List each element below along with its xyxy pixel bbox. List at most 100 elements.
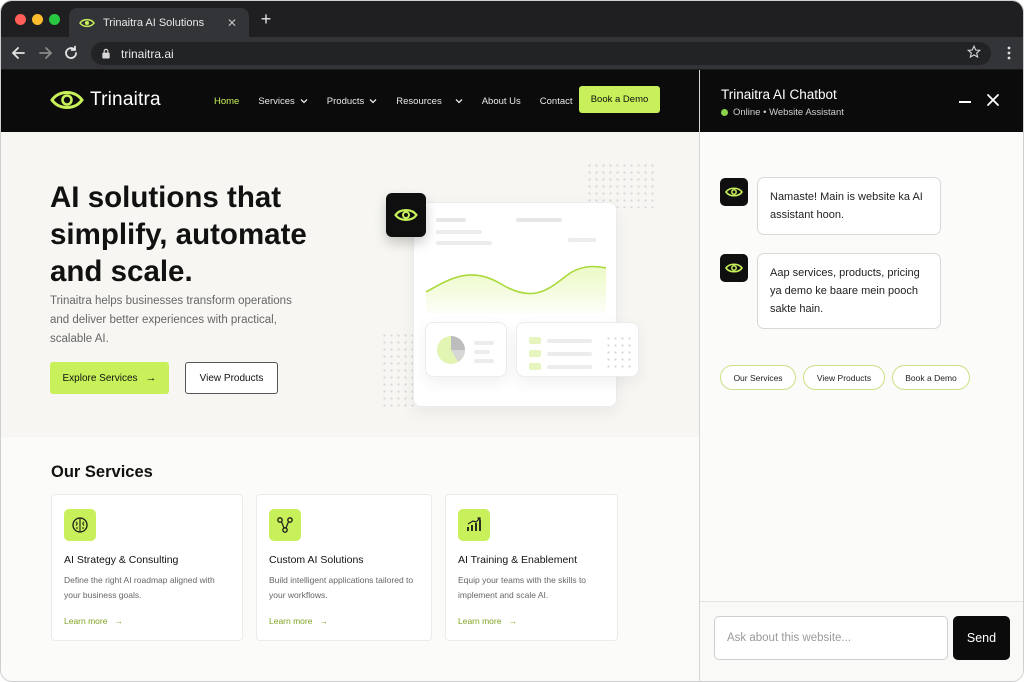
list-card-illustration — [516, 322, 639, 377]
chat-title: Trinaitra AI Chatbot — [721, 87, 837, 102]
bot-avatar — [720, 254, 748, 282]
hero-title: AI solutions that simplify, automate and… — [50, 181, 307, 288]
nav-resources-label: Resources — [396, 95, 442, 107]
service-card-training[interactable]: AI Training & Enablement Equip your team… — [445, 494, 618, 641]
forward-icon[interactable] — [36, 44, 54, 62]
wave-chart-graphic — [426, 265, 606, 313]
placeholder-bar — [568, 238, 596, 242]
bot-message: Namaste! Main is website ka AI assistant… — [757, 177, 941, 235]
view-products-button[interactable]: View Products — [185, 362, 278, 394]
nav-products[interactable]: Products — [327, 96, 378, 107]
chevron-down-icon — [455, 99, 463, 104]
placeholder-bar — [436, 230, 482, 234]
browser-window: Trinaitra AI Solutions ✕ + trinaitra.ai … — [0, 0, 1024, 682]
online-indicator-icon — [721, 109, 728, 116]
brand-name: Trinaitra — [90, 89, 161, 110]
chat-footer: Send — [700, 601, 1023, 681]
dashboard-illustration — [381, 162, 656, 412]
chat-input[interactable] — [714, 616, 948, 660]
browser-tab[interactable]: Trinaitra AI Solutions ✕ — [69, 8, 249, 37]
chatbot-panel: Trinaitra AI Chatbot Online • Website As… — [699, 70, 1023, 681]
learn-more-link[interactable]: Learn more → — [64, 616, 123, 626]
nav-home[interactable]: Home — [214, 96, 239, 107]
site-header: Trinaitra Home Services Products Resourc… — [1, 70, 699, 132]
growth-chart-icon — [458, 509, 490, 541]
send-button[interactable]: Send — [953, 616, 1010, 660]
tab-title: Trinaitra AI Solutions — [103, 16, 205, 29]
eye-badge — [386, 193, 426, 237]
bot-message: Aap services, products, pricing ya demo … — [757, 253, 941, 329]
url-text: trinaitra.ai — [121, 46, 174, 61]
services-heading: Our Services — [51, 463, 153, 481]
service-card-strategy[interactable]: AI Strategy & Consulting Define the righ… — [51, 494, 243, 641]
nav-products-label: Products — [326, 95, 365, 107]
placeholder-bar — [547, 339, 592, 343]
maximize-window-button[interactable] — [49, 14, 60, 25]
service-name: AI Training & Enablement — [458, 554, 578, 566]
service-description: Define the right AI roadmap aligned with… — [64, 575, 215, 600]
nav-resources[interactable]: Resources — [396, 95, 463, 107]
service-name: AI Strategy & Consulting — [64, 554, 179, 566]
service-card-custom[interactable]: Custom AI Solutions Build intelligent ap… — [256, 494, 432, 641]
eye-logo-icon — [394, 209, 418, 221]
learn-more-label: Learn more — [269, 616, 313, 626]
minimize-chat-button[interactable] — [959, 101, 971, 103]
explore-services-label: Explore Services — [62, 372, 138, 384]
brain-icon — [64, 509, 96, 541]
placeholder-bar — [436, 218, 466, 222]
nav-services-label: Services — [258, 95, 295, 107]
pie-card-illustration — [425, 322, 507, 377]
chevron-down-icon — [300, 99, 308, 104]
placeholder-bar — [474, 341, 494, 345]
placeholder-bar — [547, 352, 592, 356]
bot-avatar — [720, 178, 748, 206]
service-name: Custom AI Solutions — [269, 554, 364, 566]
pie-chart-graphic — [437, 336, 465, 364]
placeholder-bar — [547, 365, 592, 369]
placeholder-bar — [516, 218, 562, 222]
chat-header: Trinaitra AI Chatbot Online • Website As… — [700, 70, 1023, 132]
quick-reply-book-demo[interactable]: Book a Demo — [892, 365, 970, 390]
learn-more-link[interactable]: Learn more → — [269, 616, 328, 626]
lock-icon — [102, 48, 110, 59]
placeholder-bar — [529, 363, 541, 370]
placeholder-bar — [529, 350, 541, 357]
service-description: Build intelligent applications tailored … — [269, 575, 414, 600]
dot-pattern — [605, 335, 631, 369]
minimize-window-button[interactable] — [32, 14, 43, 25]
close-tab-icon[interactable]: ✕ — [225, 16, 239, 30]
placeholder-bar — [436, 241, 492, 245]
eye-logo-icon — [50, 91, 84, 109]
new-tab-button[interactable]: + — [257, 10, 275, 28]
learn-more-label: Learn more — [64, 616, 108, 626]
chat-status-text: Online • Website Assistant — [733, 107, 844, 118]
close-window-button[interactable] — [15, 14, 26, 25]
main-nav: Home Services Products Resources About U… — [214, 70, 592, 132]
browser-toolbar: trinaitra.ai — [1, 37, 1023, 70]
explore-services-button[interactable]: Explore Services → — [50, 362, 169, 394]
eye-logo-icon — [725, 263, 743, 273]
hero-subtitle: Trinaitra helps businesses transform ope… — [50, 295, 292, 345]
quick-reply-our-services[interactable]: Our Services — [720, 365, 796, 390]
reload-icon[interactable] — [62, 44, 80, 62]
hero-section: AI solutions that simplify, automate and… — [1, 132, 699, 437]
eye-logo-icon — [79, 18, 95, 27]
quick-reply-view-products[interactable]: View Products — [803, 365, 885, 390]
arrow-right-icon: → — [319, 616, 328, 626]
back-icon[interactable] — [10, 44, 28, 62]
close-chat-icon[interactable] — [986, 93, 1000, 107]
arrow-right-icon: → — [508, 616, 517, 626]
nav-services[interactable]: Services — [258, 95, 308, 107]
site-logo[interactable]: Trinaitra — [50, 88, 161, 112]
nav-contact[interactable]: Contact — [540, 96, 573, 107]
chevron-down-icon — [369, 99, 377, 104]
nav-about[interactable]: About Us — [482, 96, 521, 107]
chat-status: Online • Website Assistant — [721, 107, 844, 118]
learn-more-link[interactable]: Learn more → — [458, 616, 517, 626]
address-bar[interactable]: trinaitra.ai — [91, 42, 991, 65]
services-section: Our Services AI Strategy & Consulting De… — [1, 437, 699, 681]
placeholder-bar — [474, 350, 490, 354]
book-demo-button[interactable]: Book a Demo — [579, 86, 660, 113]
star-icon[interactable] — [967, 45, 981, 59]
more-icon[interactable] — [1007, 45, 1011, 61]
